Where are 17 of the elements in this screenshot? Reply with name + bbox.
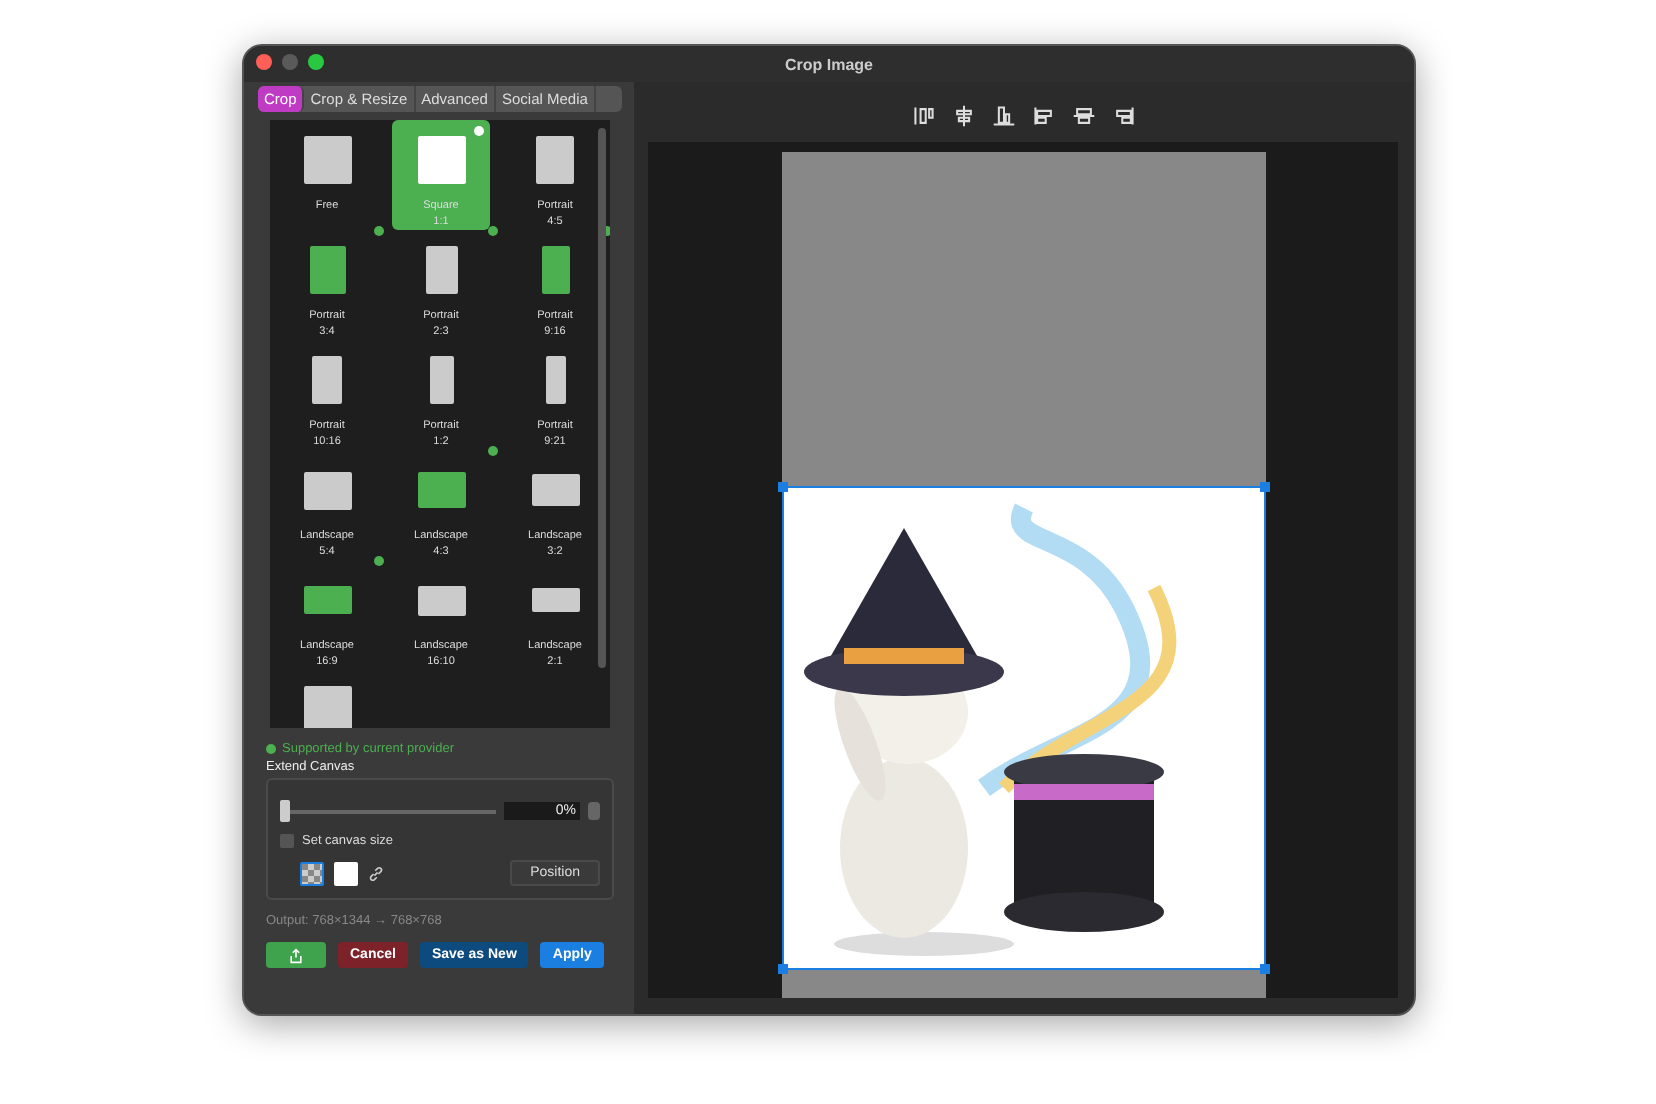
align-icon[interactable] — [911, 104, 935, 128]
align-icon[interactable] — [1031, 104, 1055, 128]
share-icon — [288, 947, 304, 963]
zoom-button[interactable] — [308, 54, 324, 70]
share-button[interactable] — [266, 942, 326, 968]
background-swatch[interactable] — [334, 861, 358, 885]
supported-dot — [266, 744, 276, 754]
align-icon[interactable] — [1111, 104, 1135, 128]
window-title: Crop Image — [784, 55, 873, 73]
scrollbar[interactable] — [598, 128, 606, 668]
align-icon[interactable] — [951, 104, 975, 128]
background-swatch[interactable] — [300, 861, 324, 885]
align-icon[interactable] — [991, 104, 1015, 128]
close-button[interactable] — [256, 54, 272, 70]
align-icon[interactable] — [1071, 104, 1095, 128]
link-icon[interactable] — [368, 865, 384, 881]
checkbox[interactable] — [280, 834, 294, 848]
